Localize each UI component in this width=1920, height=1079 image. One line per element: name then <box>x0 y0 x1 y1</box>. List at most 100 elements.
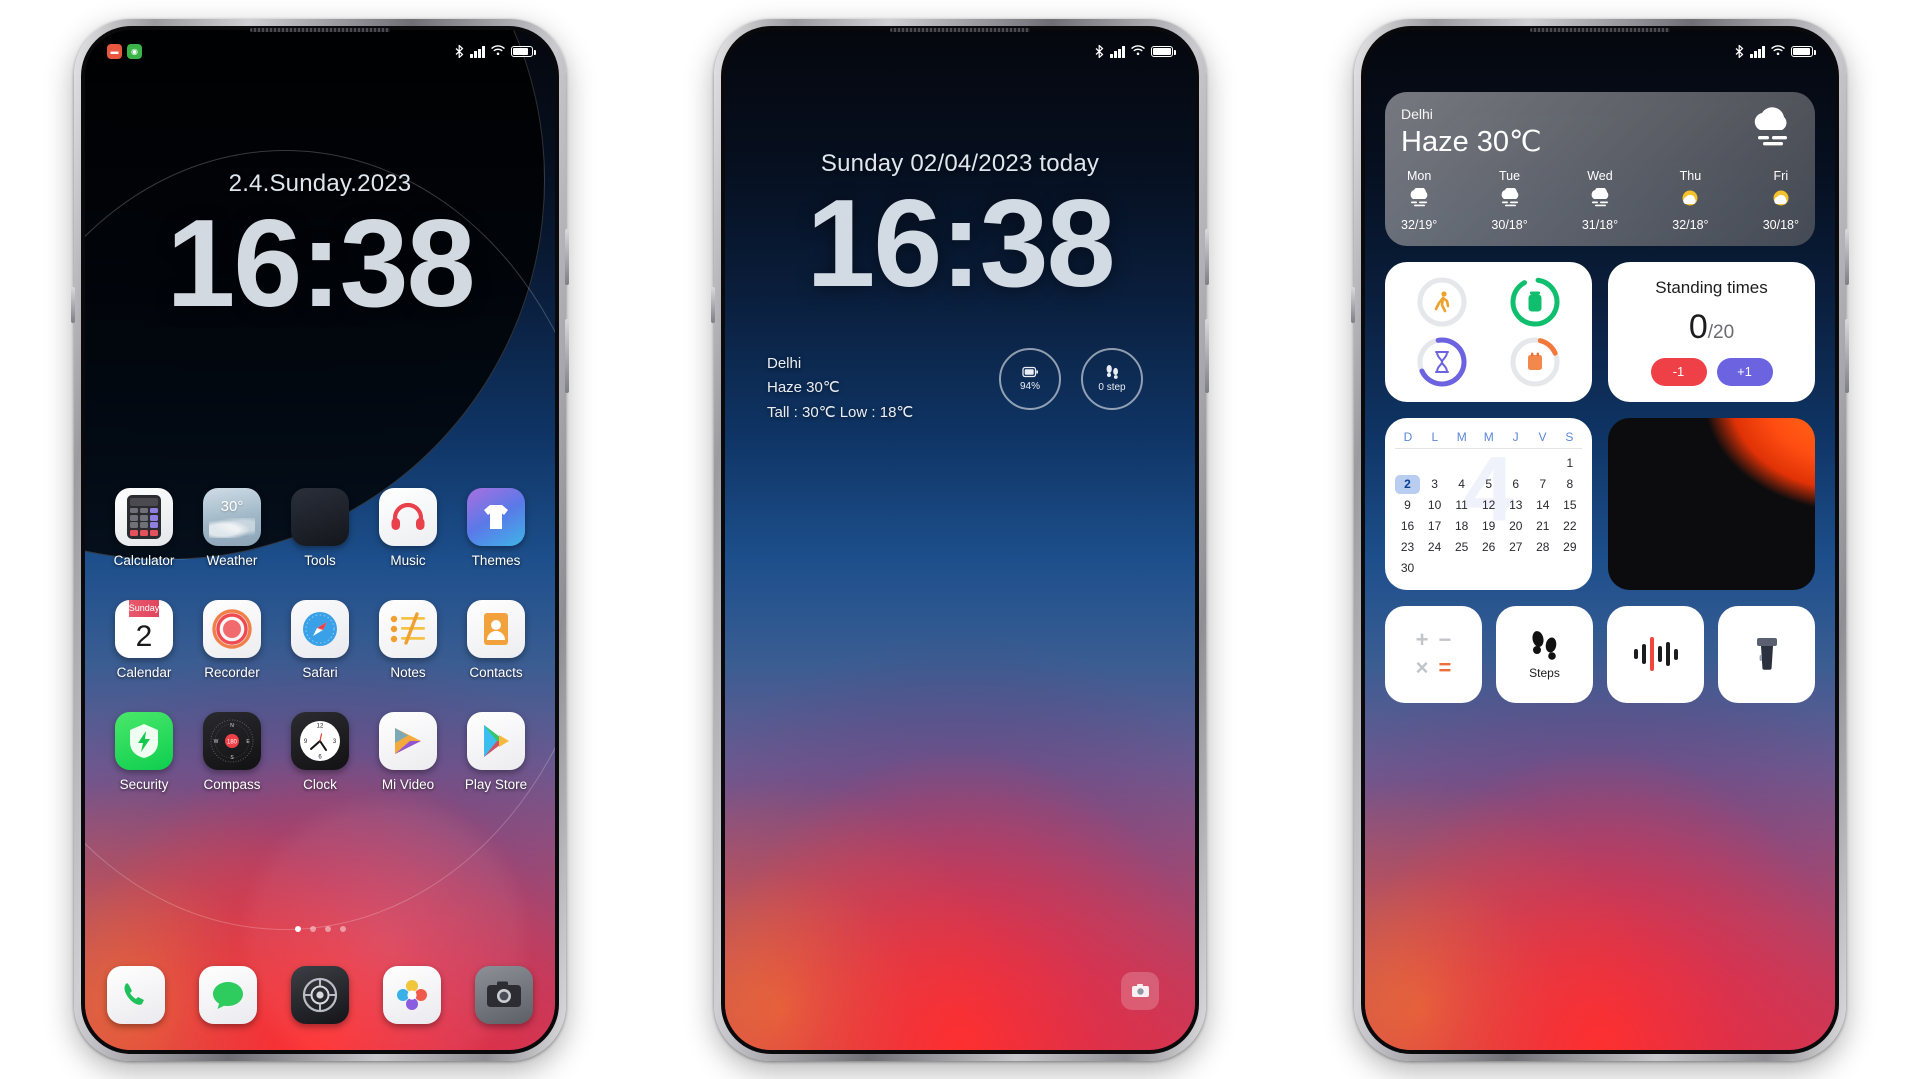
calendar-day[interactable]: 16 <box>1395 517 1420 536</box>
page-dot[interactable] <box>324 925 331 932</box>
calendar-day[interactable]: 7 <box>1530 475 1555 494</box>
phone-3-frame: Delhi Haze 30℃ Mon 32/19° Tue 30/18° Wed… <box>1351 18 1849 1061</box>
settings-icon[interactable] <box>291 965 349 1024</box>
power-button[interactable] <box>565 318 569 393</box>
calendar-widget[interactable]: 4 D L M M J V S 1 2 3 4 5 6 7 8 9 10 11 12 13 14 15 16 1… <box>1385 417 1593 590</box>
volume-button[interactable] <box>565 228 569 285</box>
camera-icon[interactable] <box>1121 971 1159 1010</box>
calendar-day[interactable]: 3 <box>1422 475 1447 494</box>
app-contacts[interactable]: Contacts <box>459 599 533 680</box>
calculator-widget[interactable]: + − × = <box>1385 605 1482 703</box>
page-indicator[interactable] <box>85 925 555 932</box>
calendar-day[interactable]: 17 <box>1422 517 1447 536</box>
earpiece-speaker <box>1530 27 1670 32</box>
widget-row: Standing times 0/20 -1 +1 <box>1385 261 1815 402</box>
gallery-icon[interactable] <box>383 965 441 1024</box>
app-calculator[interactable]: Calculator <box>107 487 181 568</box>
camera-icon[interactable] <box>475 965 533 1024</box>
bluetooth-icon <box>1095 45 1104 58</box>
calendar-day[interactable]: 29 <box>1557 538 1582 557</box>
calendar-day[interactable]: 24 <box>1422 538 1447 557</box>
standing-times-widget[interactable]: Standing times 0/20 -1 +1 <box>1608 261 1815 402</box>
app-notes[interactable]: Notes <box>371 599 445 680</box>
calendar-day[interactable]: 5 <box>1476 475 1501 494</box>
calculator-icon <box>115 487 173 546</box>
weather-widget[interactable]: Delhi Haze 30℃ Mon 32/19° Tue 30/18° Wed… <box>1385 91 1815 246</box>
calendar-day[interactable]: 2 <box>1395 474 1421 494</box>
recorder-widget[interactable] <box>1607 605 1704 703</box>
calendar-day[interactable]: 14 <box>1530 496 1555 515</box>
lock-time: 16:38 <box>806 174 1115 313</box>
app-label: Calendar <box>116 664 172 680</box>
power-button[interactable] <box>1205 318 1209 393</box>
app-label: Security <box>119 776 169 792</box>
phone-icon[interactable] <box>107 965 165 1024</box>
calendar-day[interactable]: 18 <box>1449 517 1474 536</box>
calendar-header: S <box>1565 429 1574 444</box>
calendar-day[interactable]: 9 <box>1395 496 1420 515</box>
app-compass[interactable]: 180 N S E W Compass <box>195 711 269 792</box>
app-label: Weather <box>206 552 258 568</box>
app-play-store[interactable]: Play Store <box>459 711 533 792</box>
app-recorder[interactable]: Recorder <box>195 599 269 680</box>
steps-ring[interactable]: 0 step <box>1081 347 1143 410</box>
calendar-day[interactable]: 15 <box>1557 496 1582 515</box>
calendar-day[interactable]: 4 <box>1449 475 1474 494</box>
calendar-day[interactable]: 21 <box>1530 517 1555 536</box>
calendar-day[interactable]: 1 <box>1557 454 1582 473</box>
app-tools[interactable]: Tools <box>283 487 357 568</box>
calendar-day[interactable]: 27 <box>1503 538 1528 557</box>
calendar-day[interactable]: 22 <box>1557 517 1582 536</box>
steps-widget[interactable]: Steps <box>1496 605 1593 703</box>
app-music[interactable]: Music <box>371 487 445 568</box>
app-label: Play Store <box>464 776 528 792</box>
messages-icon[interactable] <box>199 965 257 1024</box>
calendar-day[interactable]: 26 <box>1476 538 1501 557</box>
calendar-day[interactable]: 6 <box>1503 475 1528 494</box>
app-themes[interactable]: Themes <box>459 487 533 568</box>
app-security[interactable]: Security <box>107 711 181 792</box>
flashlight-widget[interactable] <box>1718 605 1815 703</box>
power-button[interactable] <box>1845 318 1849 393</box>
forecast-day: Tue 30/18° <box>1491 169 1527 232</box>
calendar-day[interactable]: 10 <box>1422 496 1447 515</box>
calendar-day[interactable]: 13 <box>1503 496 1528 515</box>
page-dot[interactable] <box>339 925 346 932</box>
battery-ring[interactable]: 94% <box>999 347 1061 410</box>
battery-icon <box>1151 46 1176 57</box>
calendar-day[interactable]: 23 <box>1395 538 1420 557</box>
fitness-widget[interactable] <box>1385 261 1592 402</box>
tools-folder-icon <box>291 487 349 546</box>
forecast-day-name: Tue <box>1499 168 1521 183</box>
left-button[interactable] <box>1351 286 1355 323</box>
calendar-day[interactable]: 25 <box>1449 538 1474 557</box>
calendar-grid[interactable]: 1 2 3 4 5 6 7 8 9 10 11 12 13 14 15 16 17 18 19 20 21 22 23 24 2… <box>1395 449 1582 578</box>
calendar-day[interactable]: 12 <box>1476 496 1501 515</box>
phone-3-screen: Delhi Haze 30℃ Mon 32/19° Tue 30/18° Wed… <box>1365 29 1835 1050</box>
increment-button[interactable]: +1 <box>1716 357 1773 386</box>
lock-time: 16:38 <box>166 194 475 333</box>
decrement-button[interactable]: -1 <box>1650 357 1707 386</box>
app-row: Calculator 30° Weather Tools Music Theme… <box>107 487 533 568</box>
abstract-art-widget[interactable] <box>1608 417 1815 590</box>
volume-button[interactable] <box>1845 228 1849 285</box>
app-safari[interactable]: Safari <box>283 599 357 680</box>
volume-button[interactable] <box>1205 228 1209 285</box>
left-button[interactable] <box>71 286 75 323</box>
app-clock[interactable]: 12 3 6 9 Clock <box>283 711 357 792</box>
calendar-day[interactable]: 8 <box>1557 475 1582 494</box>
page-dot[interactable] <box>294 925 301 932</box>
partly-sunny-icon <box>1768 188 1794 213</box>
calendar-day[interactable]: 30 <box>1395 559 1420 578</box>
app-mi-video[interactable]: Mi Video <box>371 711 445 792</box>
calendar-day[interactable]: 19 <box>1476 517 1501 536</box>
calendar-day[interactable]: 20 <box>1503 517 1528 536</box>
app-weather[interactable]: 30° Weather <box>195 487 269 568</box>
calendar-day[interactable]: 28 <box>1530 538 1555 557</box>
battery-icon <box>511 46 536 57</box>
left-button[interactable] <box>711 286 715 323</box>
calendar-day[interactable]: 11 <box>1449 496 1474 515</box>
themes-icon <box>467 487 525 546</box>
app-calendar[interactable]: Sunday 2 Calendar <box>107 599 181 680</box>
page-dot[interactable] <box>309 925 316 932</box>
